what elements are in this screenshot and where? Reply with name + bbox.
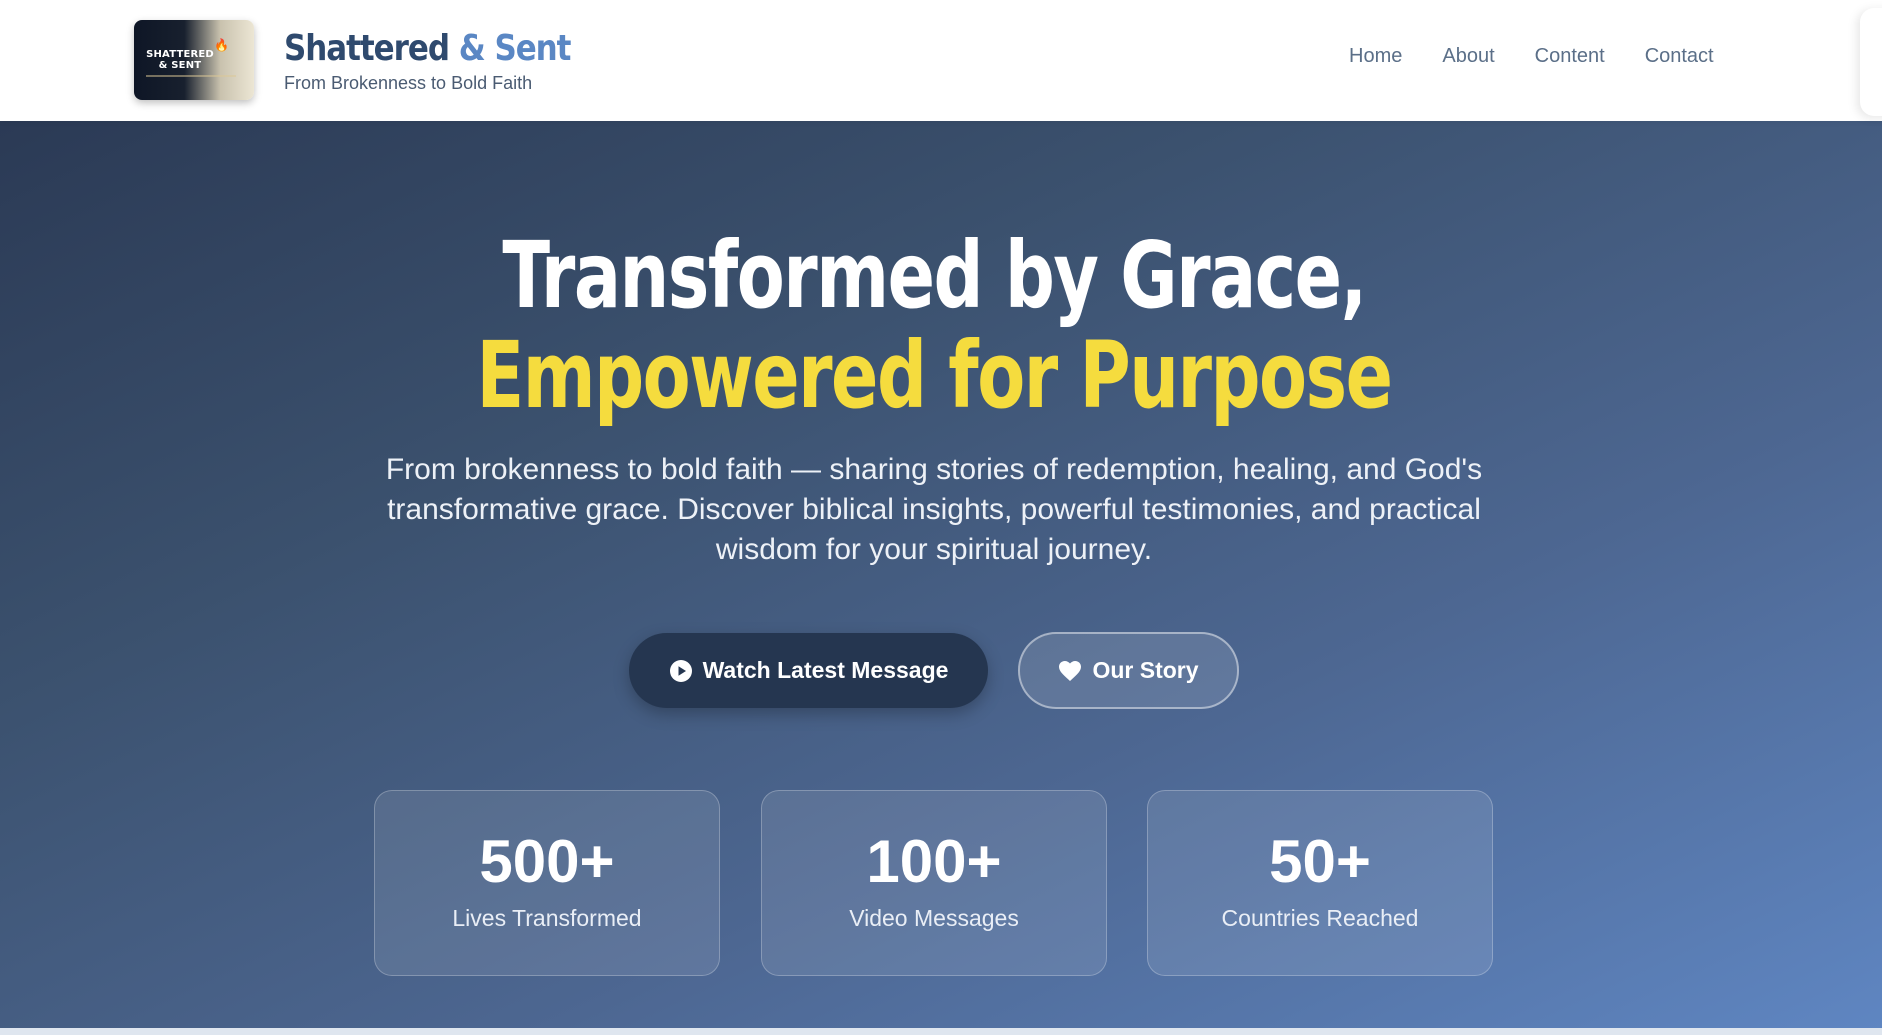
brand-text: Shattered & Sent From Brokenness to Bold… — [284, 27, 617, 94]
logo-image: SHATTERED & SENT 🔥 — [134, 20, 254, 100]
navbar: SHATTERED & SENT 🔥 Shattered & Sent From… — [0, 0, 1882, 121]
heart-icon — [1058, 660, 1082, 682]
stat-value: 500+ — [479, 828, 615, 895]
stat-label: Video Messages — [849, 905, 1019, 931]
brand-title-part1: Shattered — [284, 27, 450, 69]
nav-link-content[interactable]: Content — [1535, 45, 1605, 68]
brand-title-part2: & Sent — [458, 27, 572, 69]
hero-headline-line2: Empowered for Purpose — [476, 322, 1393, 429]
brand-tagline: From Brokenness to Bold Faith — [284, 72, 533, 93]
hero-headline-line1: Transformed by Grace, — [502, 222, 1367, 329]
stat-value: 100+ — [866, 828, 1002, 895]
nav-menu: Home About Content Contact — [1349, 45, 1754, 68]
stat-label: Countries Reached — [1221, 905, 1419, 931]
watch-latest-message-label: Watch Latest Message — [702, 657, 949, 683]
nav-link-home[interactable]: Home — [1349, 45, 1402, 68]
watch-latest-message-button[interactable]: Watch Latest Message — [629, 633, 988, 708]
flame-icon: 🔥 — [214, 38, 229, 52]
play-circle-icon — [669, 659, 693, 683]
brand[interactable]: SHATTERED & SENT 🔥 Shattered & Sent From… — [134, 20, 617, 100]
nav-link-contact[interactable]: Contact — [1645, 45, 1714, 68]
stat-card-videos: 100+ Video Messages — [761, 790, 1107, 976]
hero-subtext: From brokenness to bold faith — sharing … — [385, 453, 1483, 566]
our-story-button[interactable]: Our Story — [1018, 632, 1239, 709]
stat-card-countries: 50+ Countries Reached — [1147, 790, 1493, 976]
nav-link-about[interactable]: About — [1442, 45, 1494, 68]
hero-section: Transformed by Grace, Empowered for Purp… — [0, 121, 1882, 1035]
side-panel-tab[interactable] — [1860, 8, 1882, 116]
stat-label: Lives Transformed — [452, 905, 642, 931]
hero-headline: Transformed by Grace, Empowered for Purp… — [0, 226, 1868, 426]
stat-card-lives: 500+ Lives Transformed — [374, 790, 720, 976]
logo-divider — [146, 75, 236, 77]
section-divider — [0, 1028, 1882, 1035]
logo-text: SHATTERED & SENT — [146, 49, 214, 71]
our-story-label: Our Story — [1092, 657, 1199, 683]
stat-value: 50+ — [1269, 828, 1371, 895]
brand-title: Shattered & Sent — [284, 27, 572, 71]
